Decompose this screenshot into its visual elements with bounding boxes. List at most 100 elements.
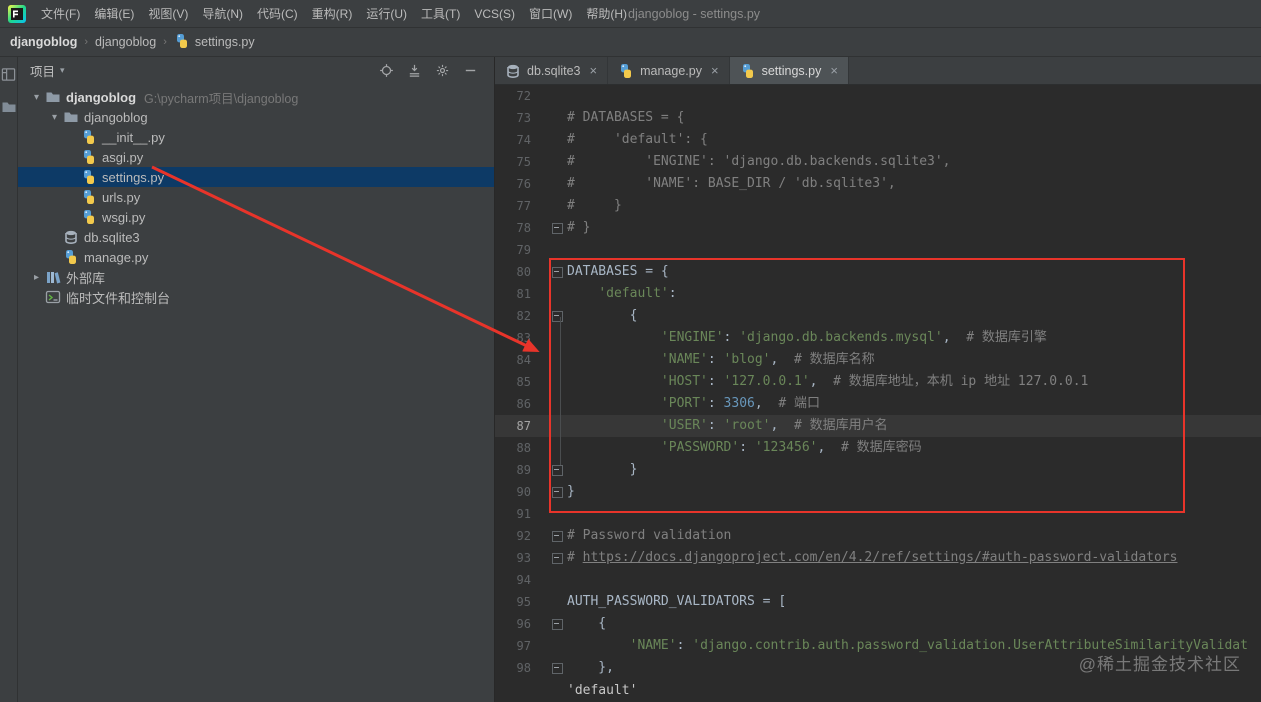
breadcrumb-item-settings-py[interactable]: settings.py	[174, 33, 255, 52]
code-line[interactable]: 81 'default':	[495, 283, 1261, 305]
project-view-icon[interactable]	[1, 67, 16, 87]
code-text: {	[567, 308, 638, 323]
fold-marker-icon[interactable]	[541, 217, 567, 239]
code-text: 'PASSWORD': '123456', # 数据库密码	[660, 440, 922, 455]
code-line[interactable]: 77 # }	[495, 195, 1261, 217]
chevron-down-icon[interactable]: ▾	[28, 92, 45, 103]
fold-marker-icon[interactable]	[541, 481, 567, 503]
code-line[interactable]: 76 # 'NAME': BASE_DIR / 'db.sqlite3',	[495, 173, 1261, 195]
close-icon[interactable]: ×	[830, 63, 838, 78]
breadcrumb-label: djangoblog	[95, 35, 157, 49]
tree-item-path-hint: G:\pycharm项目\djangoblog	[144, 91, 299, 106]
editor-tab-db-sqlite3[interactable]: db.sqlite3 ×	[495, 57, 609, 84]
menu-item-重构-r[interactable]: 重构(R)	[305, 5, 360, 22]
code-area[interactable]: 72 73 # DATABASES = {74 # 'default': {75 # '…	[495, 85, 1261, 679]
settings-gear-icon[interactable]	[435, 63, 450, 78]
menu-item-编辑-e[interactable]: 编辑(E)	[87, 5, 141, 22]
menu-item-工具-t[interactable]: 工具(T)	[414, 5, 467, 22]
code-line[interactable]: 86 'PORT': 3306, # 端口	[495, 393, 1261, 415]
fold-marker-icon[interactable]	[541, 525, 567, 547]
code-line[interactable]: 85 'HOST': '127.0.0.1', # 数据库地址，本机 ip 地址…	[495, 371, 1261, 393]
collapse-all-icon[interactable]	[407, 63, 422, 78]
python-file-icon	[63, 249, 79, 265]
menu-item-代码-c[interactable]: 代码(C)	[250, 5, 305, 22]
code-line[interactable]: 90}	[495, 481, 1261, 503]
menu-item-帮助-h[interactable]: 帮助(H)	[579, 5, 634, 22]
folder-icon[interactable]	[1, 99, 17, 120]
menu-item-vcs-s[interactable]: VCS(S)	[467, 7, 522, 21]
breadcrumb-item-djangoblog[interactable]: djangoblog	[95, 35, 156, 49]
editor-tab-settings-py[interactable]: settings.py ×	[729, 57, 849, 84]
locate-icon[interactable]	[379, 63, 394, 78]
code-line[interactable]: 87 'USER': 'root', # 数据库用户名	[495, 415, 1261, 437]
breadcrumb-item-djangoblog[interactable]: djangoblog	[10, 35, 77, 49]
editor-tab-manage-py[interactable]: manage.py ×	[608, 57, 730, 84]
code-line[interactable]: 89 }	[495, 459, 1261, 481]
menu-item-导航-n[interactable]: 导航(N)	[195, 5, 250, 22]
code-text: DATABASES = {	[567, 264, 669, 279]
pycharm-logo-icon	[8, 4, 26, 23]
fold-marker-icon[interactable]	[541, 657, 567, 679]
python-file-icon	[618, 63, 634, 79]
tree-item-urls-py[interactable]: urls.py	[18, 187, 494, 207]
code-line[interactable]: 72	[495, 85, 1261, 107]
project-view-selector[interactable]: 项目 ▾	[30, 61, 65, 80]
code-line[interactable]: 80 DATABASES = {	[495, 261, 1261, 283]
python-file-icon	[81, 209, 97, 225]
tree-item-asgi-py[interactable]: asgi.py	[18, 147, 494, 167]
tree-item-临时文件和控制台[interactable]: 临时文件和控制台	[18, 287, 494, 307]
close-icon[interactable]: ×	[590, 63, 598, 78]
menu-item-运行-u[interactable]: 运行(U)	[359, 5, 414, 22]
code-line[interactable]: 94	[495, 569, 1261, 591]
code-line[interactable]: 83 'ENGINE': 'django.db.backends.mysql',…	[495, 327, 1261, 349]
editor-breadcrumb-item[interactable]: 'default'	[567, 683, 637, 698]
line-number: 72	[516, 89, 531, 103]
code-line[interactable]: 84 'NAME': 'blog', # 数据库名称	[495, 349, 1261, 371]
fold-marker-icon[interactable]	[541, 261, 567, 283]
tree-item-djangoblog[interactable]: ▾ djangoblog	[18, 107, 494, 127]
code-line[interactable]: 95 AUTH_PASSWORD_VALIDATORS = [	[495, 591, 1261, 613]
chevron-right-icon[interactable]: ▸	[28, 272, 45, 283]
tree-item-manage-py[interactable]: manage.py	[18, 247, 494, 267]
close-icon[interactable]: ×	[711, 63, 719, 78]
code-line[interactable]: 78 # }	[495, 217, 1261, 239]
line-number: 75	[516, 155, 531, 169]
fold-marker-icon[interactable]	[541, 459, 567, 481]
code-line[interactable]: 88 'PASSWORD': '123456', # 数据库密码	[495, 437, 1261, 459]
line-number: 85	[516, 375, 531, 389]
menu-item-文件-f[interactable]: 文件(F)	[34, 5, 87, 22]
code-line[interactable]: 73 # DATABASES = {	[495, 107, 1261, 129]
fold-marker-icon[interactable]	[541, 547, 567, 569]
fold-marker-icon[interactable]	[541, 305, 567, 327]
library-icon	[45, 269, 61, 285]
code-line[interactable]: 79	[495, 239, 1261, 261]
tree-item-__init__-py[interactable]: __init__.py	[18, 127, 494, 147]
code-line[interactable]: 74 # 'default': {	[495, 129, 1261, 151]
tree-item-settings-py[interactable]: settings.py	[18, 167, 494, 187]
line-number: 96	[516, 617, 531, 631]
tree-item-label: wsgi.py	[102, 209, 146, 225]
chevron-down-icon[interactable]: ▾	[46, 112, 63, 123]
code-line[interactable]: 75 # 'ENGINE': 'django.db.backends.sqlite…	[495, 151, 1261, 173]
code-text: {	[567, 616, 607, 631]
tree-item-外部库[interactable]: ▸ 外部库	[18, 267, 494, 287]
chevron-down-icon: ▾	[60, 65, 65, 75]
menu-item-窗口-w[interactable]: 窗口(W)	[522, 5, 579, 22]
code-line[interactable]: 96 {	[495, 613, 1261, 635]
code-line[interactable]: 92 # Password validation	[495, 525, 1261, 547]
database-file-icon	[63, 229, 79, 245]
code-line[interactable]: 93 # https://docs.djangoproject.com/en/4.…	[495, 547, 1261, 569]
hide-icon[interactable]	[463, 63, 478, 78]
tree-item-label: manage.py	[84, 249, 149, 265]
line-number: 90	[516, 485, 531, 499]
code-line[interactable]: 91	[495, 503, 1261, 525]
menu-item-视图-v[interactable]: 视图(V)	[141, 5, 195, 22]
tree-item-db-sqlite3[interactable]: db.sqlite3	[18, 227, 494, 247]
tree-item-djangoblog[interactable]: ▾ djangoblog G:\pycharm项目\djangoblog	[18, 87, 494, 107]
tree-item-wsgi-py[interactable]: wsgi.py	[18, 207, 494, 227]
code-line[interactable]: 82 {	[495, 305, 1261, 327]
tool-window-bar	[0, 57, 18, 702]
fold-marker-icon[interactable]	[541, 613, 567, 635]
